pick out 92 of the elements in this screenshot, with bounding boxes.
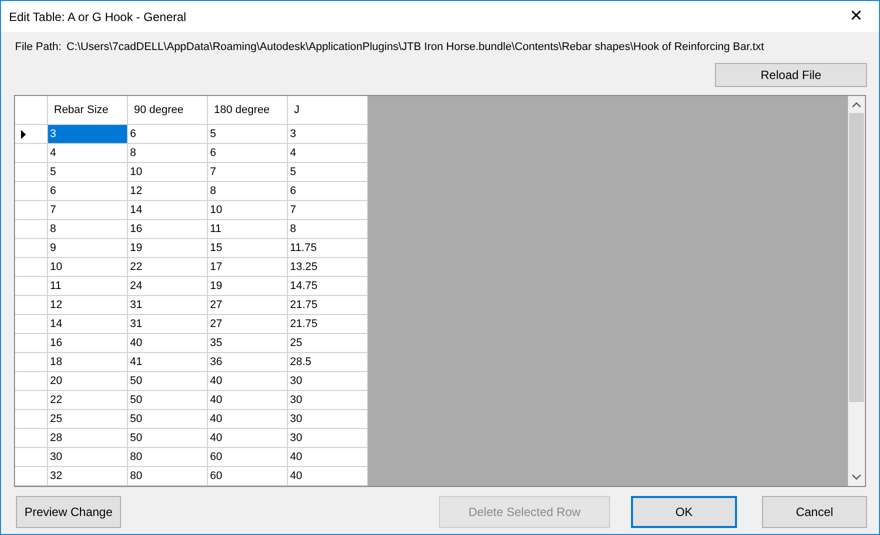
close-button[interactable]: ✕ [833,1,879,32]
table-cell[interactable]: 36 [208,353,288,372]
column-header[interactable]: 180 degree [208,96,288,125]
table-cell[interactable]: 31 [128,296,208,315]
table-cell[interactable]: 60 [208,467,288,486]
table-cell[interactable]: 12 [128,182,208,201]
table-cell[interactable]: 3 [48,125,128,144]
table-cell[interactable]: 32 [48,467,128,486]
table-cell[interactable]: 7 [48,201,128,220]
table-cell[interactable]: 8 [288,220,368,239]
table-cell[interactable]: 4 [48,144,128,163]
cancel-button[interactable]: Cancel [762,496,867,528]
table-cell[interactable]: 50 [128,429,208,448]
table-cell[interactable]: 17 [208,258,288,277]
table-cell[interactable]: 8 [128,144,208,163]
table-cell[interactable]: 22 [48,391,128,410]
table-cell[interactable]: 60 [208,448,288,467]
table-cell[interactable]: 11.75 [288,239,368,258]
scroll-down-icon[interactable] [852,474,861,480]
table-cell[interactable]: 13.25 [288,258,368,277]
column-header[interactable]: J [288,96,368,125]
table-cell[interactable]: 30 [288,372,368,391]
current-row-icon [21,130,26,138]
table-cell[interactable]: 5 [288,163,368,182]
table-cell[interactable]: 11 [208,220,288,239]
table-cell[interactable]: 7 [208,163,288,182]
table-cell[interactable]: 10 [48,258,128,277]
table-cell[interactable]: 28.5 [288,353,368,372]
file-path-label: File Path: [15,40,62,55]
scroll-up-icon[interactable] [852,102,861,108]
preview-change-button[interactable]: Preview Change [16,496,121,528]
reload-file-button[interactable]: Reload File [715,63,867,87]
table-cell[interactable]: 40 [208,429,288,448]
table-cell[interactable]: 6 [48,182,128,201]
table-cell[interactable]: 8 [208,182,288,201]
table-cell[interactable]: 35 [208,334,288,353]
table-cell[interactable]: 16 [48,334,128,353]
table-cell[interactable]: 19 [128,239,208,258]
table-cell[interactable]: 4 [288,144,368,163]
scrollbar-thumb[interactable] [849,113,864,402]
file-path: C:\Users\7cadDELL\AppData\Roaming\Autodesk\ApplicationPlugins\JTB Iron Horse.bundle\Contents\Rebar shapes\Hook of Reinforcing Bar.txt [66,40,764,55]
table-cell[interactable]: 27 [208,296,288,315]
table-cell[interactable]: 21.75 [288,315,368,334]
table-cell[interactable]: 9 [48,239,128,258]
table-cell[interactable]: 30 [288,429,368,448]
table-cell[interactable]: 40 [208,372,288,391]
table-cell[interactable]: 50 [128,372,208,391]
table-cell[interactable]: 18 [48,353,128,372]
table-cell[interactable]: 27 [208,315,288,334]
table-cell[interactable]: 40 [208,410,288,429]
table-cell[interactable]: 22 [128,258,208,277]
table-cell[interactable]: 40 [288,467,368,486]
table-cell[interactable]: 14.75 [288,277,368,296]
table-cell[interactable]: 20 [48,372,128,391]
table-cell[interactable]: 7 [288,201,368,220]
ok-button[interactable]: OK [631,496,737,528]
table-cell[interactable]: 5 [208,125,288,144]
table-cell[interactable]: 50 [128,410,208,429]
table-cell[interactable]: 28 [48,429,128,448]
table-cell[interactable]: 5 [48,163,128,182]
table-cell[interactable]: 15 [208,239,288,258]
table-cell[interactable]: 50 [128,391,208,410]
table-cell[interactable]: 24 [128,277,208,296]
table-cell[interactable]: 40 [288,448,368,467]
column-header[interactable]: 90 degree [128,96,208,125]
table-cell[interactable]: 11 [48,277,128,296]
table-cell[interactable]: 80 [128,448,208,467]
table-cell[interactable]: 30 [288,391,368,410]
table-cell[interactable]: 12 [48,296,128,315]
table-cell[interactable]: 14 [128,201,208,220]
table-cell[interactable]: 3 [288,125,368,144]
table-cell[interactable]: 8 [48,220,128,239]
table-cell[interactable]: 25 [48,410,128,429]
table-cell[interactable]: 40 [208,391,288,410]
table-cell[interactable]: 16 [128,220,208,239]
table-cell[interactable]: 6 [288,182,368,201]
table-cell[interactable]: 10 [208,201,288,220]
table-cell[interactable]: 40 [128,334,208,353]
table-cell[interactable]: 41 [128,353,208,372]
table-cell[interactable]: 14 [48,315,128,334]
vertical-scrollbar[interactable] [848,96,865,486]
table-cell[interactable]: 6 [128,125,208,144]
table-cell[interactable]: 31 [128,315,208,334]
table-cell[interactable]: 10 [128,163,208,182]
table-cell[interactable]: 6 [208,144,288,163]
table-cell[interactable]: 30 [48,448,128,467]
table-cell[interactable]: 19 [208,277,288,296]
table-cell[interactable]: 80 [128,467,208,486]
table-cell[interactable]: 30 [288,410,368,429]
table-cell[interactable]: 25 [288,334,368,353]
window-title: Edit Table: A or G Hook - General [9,8,186,26]
table-cell[interactable]: 21.75 [288,296,368,315]
